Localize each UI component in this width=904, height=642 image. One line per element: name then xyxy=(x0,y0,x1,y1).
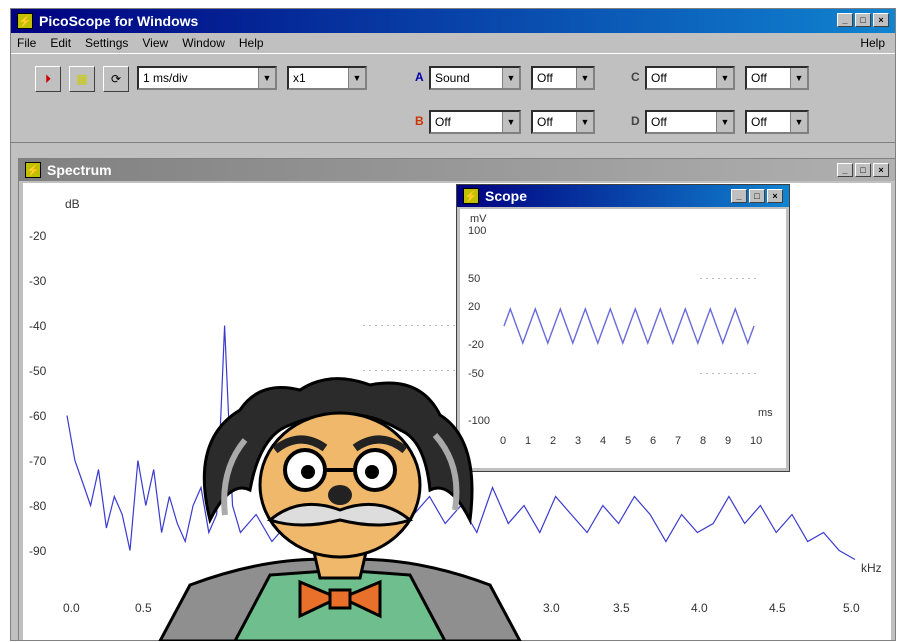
start-stop-icon[interactable]: ⏵ xyxy=(35,66,61,92)
channel-d-coupling-value: Off xyxy=(651,115,667,129)
channel-c-range-value: Off xyxy=(751,71,767,85)
refresh-icon[interactable]: ⟳ xyxy=(103,66,129,92)
channel-b-range-select[interactable]: Off ▼ xyxy=(531,110,595,134)
chevron-down-icon: ▼ xyxy=(576,112,593,132)
chevron-down-icon: ▼ xyxy=(258,68,275,88)
channel-a-coupling-select[interactable]: Sound ▼ xyxy=(429,66,521,90)
timebase-select[interactable]: 1 ms/div ▼ xyxy=(137,66,277,90)
channel-c-coupling-select[interactable]: Off ▼ xyxy=(645,66,735,90)
scope-window-icon: ⚡ xyxy=(463,188,479,204)
spectrum-title: Spectrum xyxy=(47,162,112,178)
channel-a-label: A xyxy=(415,70,424,84)
minimize-icon[interactable]: _ xyxy=(837,163,853,177)
main-titlebar[interactable]: ⚡ PicoScope for Windows _ □ × xyxy=(11,9,895,33)
chevron-down-icon: ▼ xyxy=(348,68,365,88)
minimize-icon[interactable]: _ xyxy=(731,189,747,203)
chevron-down-icon: ▼ xyxy=(716,68,733,88)
channel-b-label: B xyxy=(415,114,424,128)
maximize-icon[interactable]: □ xyxy=(855,163,871,177)
chevron-down-icon: ▼ xyxy=(790,112,807,132)
chevron-down-icon: ▼ xyxy=(502,68,519,88)
channel-b-coupling-select[interactable]: Off ▼ xyxy=(429,110,521,134)
channel-a-range-select[interactable]: Off ▼ xyxy=(531,66,595,90)
channel-d-range-select[interactable]: Off ▼ xyxy=(745,110,809,134)
toolbar: ⏵ ▦ ⟳ 1 ms/div ▼ x1 ▼ A Sound ▼ Off ▼ C … xyxy=(11,53,895,143)
scope-series-line xyxy=(503,306,755,346)
channel-b-coupling-value: Off xyxy=(435,115,451,129)
channel-c-range-select[interactable]: Off ▼ xyxy=(745,66,809,90)
chevron-down-icon: ▼ xyxy=(716,112,733,132)
scope-titlebar[interactable]: ⚡ Scope _ □ × xyxy=(457,185,789,207)
multiplier-select[interactable]: x1 ▼ xyxy=(287,66,367,90)
minimize-icon[interactable]: _ xyxy=(837,13,853,27)
main-window-controls: _ □ × xyxy=(837,13,889,27)
app-title: PicoScope for Windows xyxy=(39,13,199,29)
help-label[interactable]: Help xyxy=(860,36,885,50)
menu-bar: File Edit Settings View Window Help Help xyxy=(11,33,895,53)
channel-a-range-value: Off xyxy=(537,71,553,85)
scope-window-controls: _ □ × xyxy=(731,189,783,203)
channel-d-label: D xyxy=(631,114,640,128)
timebase-value: 1 ms/div xyxy=(143,71,188,85)
channel-b-range-value: Off xyxy=(537,115,553,129)
menu-window[interactable]: Window xyxy=(182,36,225,50)
scope-title: Scope xyxy=(485,188,528,204)
chevron-down-icon: ▼ xyxy=(576,68,593,88)
channel-c-coupling-value: Off xyxy=(651,71,667,85)
menu-file[interactable]: File xyxy=(17,36,36,50)
channel-c-label: C xyxy=(631,70,640,84)
spectrum-window-icon: ⚡ xyxy=(25,162,41,178)
close-icon[interactable]: × xyxy=(873,163,889,177)
maximize-icon[interactable]: □ xyxy=(855,13,871,27)
spectrum-titlebar[interactable]: ⚡ Spectrum _ □ × xyxy=(19,159,895,181)
menu-view[interactable]: View xyxy=(142,36,168,50)
channel-d-coupling-select[interactable]: Off ▼ xyxy=(645,110,735,134)
professor-mascot-illustration xyxy=(158,377,522,641)
menu-edit[interactable]: Edit xyxy=(50,36,71,50)
menu-settings[interactable]: Settings xyxy=(85,36,128,50)
close-icon[interactable]: × xyxy=(767,189,783,203)
channel-a-coupling-value: Sound xyxy=(435,71,470,85)
chevron-down-icon: ▼ xyxy=(502,112,519,132)
channel-d-range-value: Off xyxy=(751,115,767,129)
spectrum-window-controls: _ □ × xyxy=(837,163,889,177)
close-icon[interactable]: × xyxy=(873,13,889,27)
multiplier-value: x1 xyxy=(293,71,306,85)
trigger-icon[interactable]: ▦ xyxy=(69,66,95,92)
app-icon: ⚡ xyxy=(17,13,33,29)
chevron-down-icon: ▼ xyxy=(790,68,807,88)
maximize-icon[interactable]: □ xyxy=(749,189,765,203)
menu-help[interactable]: Help xyxy=(239,36,264,50)
